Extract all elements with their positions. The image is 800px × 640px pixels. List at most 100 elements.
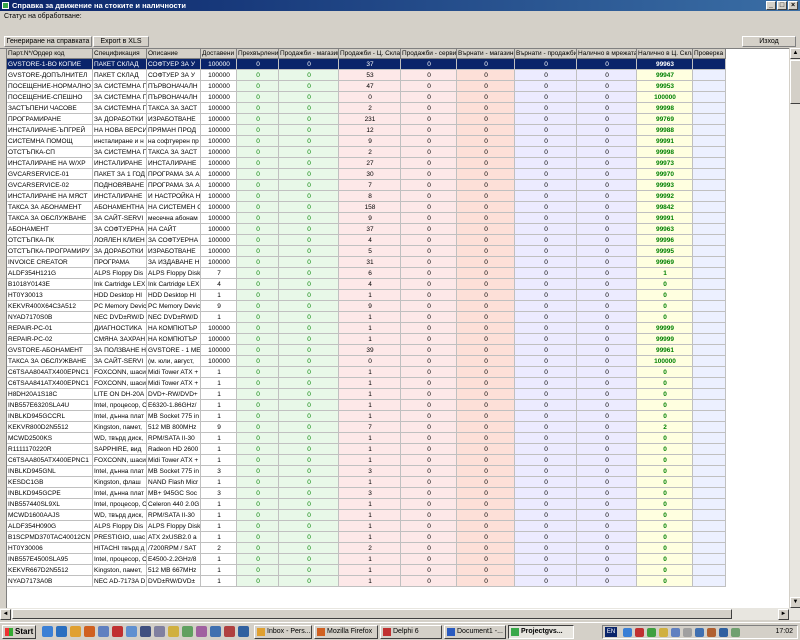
table-cell[interactable]: 0: [457, 400, 515, 411]
table-cell[interactable]: СОФТУЕР ЗА У: [147, 59, 201, 70]
table-cell[interactable]: 0: [237, 103, 279, 114]
table-cell[interactable]: ТАКСА ЗА ОБСЛУЖВАНЕ: [7, 356, 93, 367]
table-cell[interactable]: 0: [401, 532, 457, 543]
table-cell[interactable]: 0: [401, 378, 457, 389]
table-cell[interactable]: 0: [457, 312, 515, 323]
table-cell[interactable]: 0: [237, 59, 279, 70]
table-cell[interactable]: ЗА ИЗДАВАНЕ Н: [147, 257, 201, 268]
table-cell[interactable]: 0: [577, 554, 637, 565]
table-cell[interactable]: 0: [401, 400, 457, 411]
table-cell[interactable]: ALDF354H090G: [7, 521, 93, 532]
table-cell[interactable]: GVSTORE-АБОНАМЕНТ: [7, 345, 93, 356]
table-cell[interactable]: 0: [457, 477, 515, 488]
table-cell[interactable]: 0: [577, 444, 637, 455]
table-cell[interactable]: REPAIR-PC-02: [7, 334, 93, 345]
table-cell[interactable]: 100000: [201, 169, 237, 180]
table-cell[interactable]: 99999: [637, 334, 693, 345]
table-cell[interactable]: GVCARSERVICE-01: [7, 169, 93, 180]
table-cell[interactable]: MB+ 945GC Soc: [147, 488, 201, 499]
table-cell[interactable]: 0: [401, 554, 457, 565]
table-cell[interactable]: 0: [637, 455, 693, 466]
table-cell[interactable]: 99993: [637, 180, 693, 191]
table-cell[interactable]: 0: [237, 576, 279, 587]
table-cell[interactable]: 0: [457, 389, 515, 400]
table-cell[interactable]: 0: [457, 444, 515, 455]
table-cell[interactable]: 99999: [637, 323, 693, 334]
table-cell[interactable]: Ink Cartridge LEX: [93, 279, 147, 290]
table-cell[interactable]: 100000: [201, 191, 237, 202]
table-cell[interactable]: 0: [637, 499, 693, 510]
table-row[interactable]: ИНСТАЛИРАНЕ НА W/XP ИНСТАЛИРАНЕ ИНСТАЛИРАН…: [7, 158, 726, 169]
table-cell[interactable]: 0: [279, 147, 339, 158]
table-cell[interactable]: [693, 488, 726, 499]
table-cell[interactable]: ALDF354H121G: [7, 268, 93, 279]
table-cell[interactable]: 0: [637, 279, 693, 290]
table-cell[interactable]: 0: [237, 246, 279, 257]
table-cell[interactable]: ЗА СОФТУЕРНА: [93, 224, 147, 235]
table-cell[interactable]: 0: [457, 378, 515, 389]
table-cell[interactable]: 0: [401, 213, 457, 224]
table-cell[interactable]: 0: [577, 147, 637, 158]
table-cell[interactable]: 99969: [637, 257, 693, 268]
table-cell[interactable]: 99998: [637, 147, 693, 158]
table-cell[interactable]: 0: [237, 312, 279, 323]
table-cell[interactable]: C6TSAA805ATX400EPNC1: [7, 455, 93, 466]
table-row[interactable]: АБОНАМЕНТ ЗА СОФТУЕРНА НА САЙТ 100000 0 0 37 0 0…: [7, 224, 726, 235]
table-cell[interactable]: 1: [201, 290, 237, 301]
table-cell[interactable]: ЗА СОФТУЕРНА: [147, 235, 201, 246]
table-cell[interactable]: 12: [339, 125, 401, 136]
table-cell[interactable]: 1: [201, 499, 237, 510]
quicklaunch-app5-icon[interactable]: [182, 626, 193, 637]
table-cell[interactable]: 0: [577, 125, 637, 136]
tray-antivirus-icon[interactable]: [635, 628, 644, 637]
table-cell[interactable]: C6TSAA804ATX400EPNC1: [7, 367, 93, 378]
table-cell[interactable]: 100000: [201, 147, 237, 158]
table-cell[interactable]: 0: [237, 411, 279, 422]
table-cell[interactable]: 1: [339, 389, 401, 400]
table-cell[interactable]: 39: [339, 345, 401, 356]
table-cell[interactable]: 1: [201, 411, 237, 422]
table-cell[interactable]: Radeon HD 2600: [147, 444, 201, 455]
column-header[interactable]: Налично в мрежата: [577, 49, 637, 59]
table-cell[interactable]: 0: [515, 367, 577, 378]
table-cell[interactable]: 0: [515, 279, 577, 290]
table-cell[interactable]: 99991: [637, 213, 693, 224]
table-cell[interactable]: 0: [577, 103, 637, 114]
table-cell[interactable]: НА СИСТЕМЕН С: [147, 202, 201, 213]
table-cell[interactable]: 0: [577, 422, 637, 433]
task-inbox[interactable]: Inbox - Pers...: [254, 625, 312, 639]
table-cell[interactable]: 0: [279, 433, 339, 444]
table-cell[interactable]: 0: [279, 367, 339, 378]
table-cell[interactable]: 0: [279, 477, 339, 488]
table-cell[interactable]: 0: [457, 279, 515, 290]
table-cell[interactable]: 27: [339, 158, 401, 169]
table-cell[interactable]: 0: [577, 565, 637, 576]
table-row[interactable]: ТАКСА ЗА АБОНАМЕНТ АБОНАМЕНТНА НА СИСТЕМЕН…: [7, 202, 726, 213]
tray-network-icon[interactable]: [623, 628, 632, 637]
table-cell[interactable]: FOXCONN, шаси: [93, 378, 147, 389]
table-cell[interactable]: Intel, дънна плат: [93, 488, 147, 499]
table-cell[interactable]: 0: [515, 224, 577, 235]
table-cell[interactable]: 1: [339, 532, 401, 543]
table-cell[interactable]: 0: [515, 103, 577, 114]
table-row[interactable]: ALDF354H090G ALPS Floppy Dis ALPS Floppy D…: [7, 521, 726, 532]
table-cell[interactable]: Kingston, флаш: [93, 477, 147, 488]
table-cell[interactable]: 9: [201, 301, 237, 312]
table-cell[interactable]: НА КОМПЮТЪР: [147, 323, 201, 334]
table-cell[interactable]: 0: [237, 356, 279, 367]
table-cell[interactable]: FOXCONN, шаси: [93, 455, 147, 466]
table-cell[interactable]: 0: [577, 334, 637, 345]
table-cell[interactable]: 99973: [637, 158, 693, 169]
table-cell[interactable]: 0: [637, 400, 693, 411]
table-cell[interactable]: 0: [515, 136, 577, 147]
table-cell[interactable]: 0: [237, 323, 279, 334]
table-cell[interactable]: 1: [201, 389, 237, 400]
table-cell[interactable]: 0: [515, 180, 577, 191]
table-cell[interactable]: Intel, дънна плат: [93, 411, 147, 422]
table-cell[interactable]: ИНСТАЛИРАНЕ: [147, 158, 201, 169]
table-cell[interactable]: 0: [637, 521, 693, 532]
table-cell[interactable]: 0: [457, 367, 515, 378]
table-cell[interactable]: 0: [515, 510, 577, 521]
table-cell[interactable]: INB557440SL9XL: [7, 499, 93, 510]
table-cell[interactable]: ЗА СИСТЕМНА П: [93, 92, 147, 103]
